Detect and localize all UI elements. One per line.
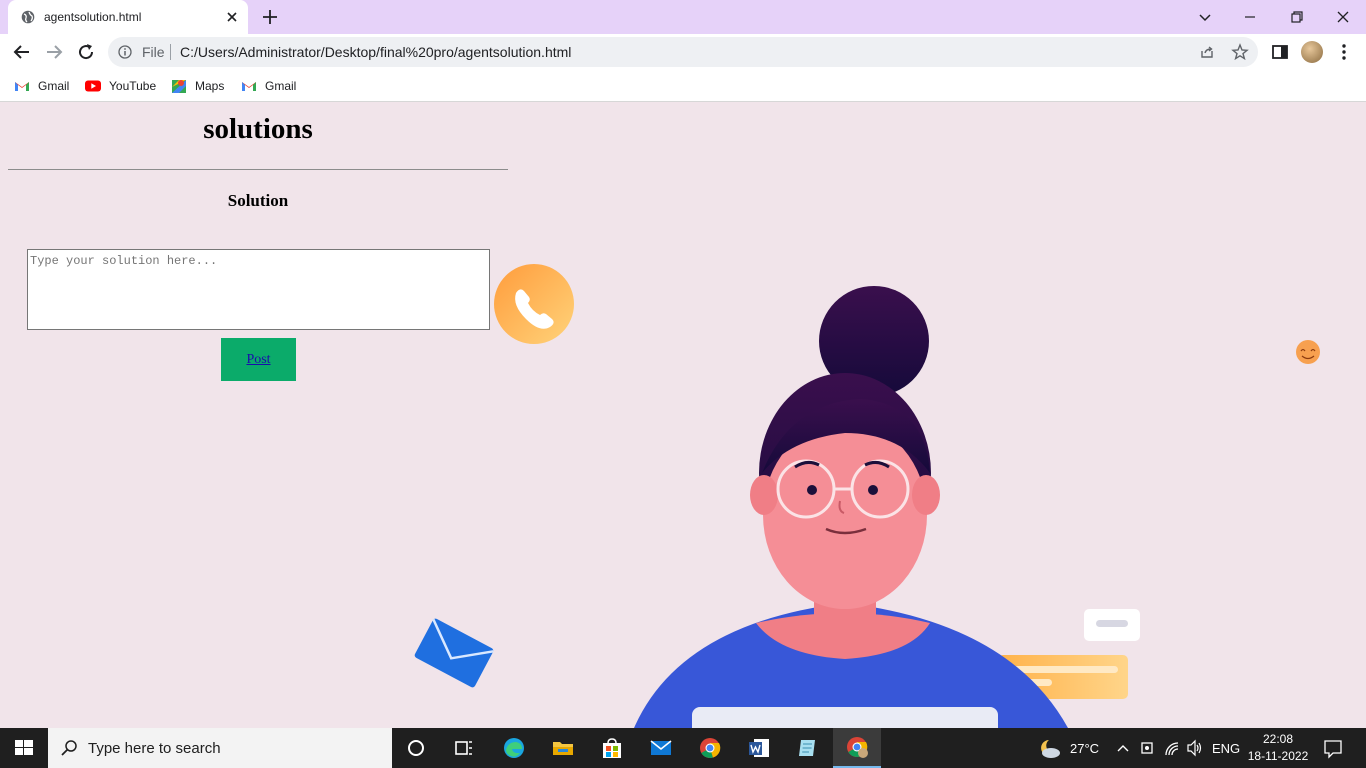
- edge-icon: [504, 738, 524, 758]
- chrome-icon: [700, 738, 721, 758]
- new-tab-icon[interactable]: [261, 8, 279, 26]
- globe-icon: [21, 10, 35, 24]
- post-button[interactable]: Post: [221, 338, 296, 381]
- title-divider: [8, 169, 508, 170]
- tab-title: agentsolution.html: [44, 10, 142, 24]
- chrome-app[interactable]: [686, 728, 734, 768]
- meet-now-icon[interactable]: [1140, 728, 1156, 768]
- bookmark-maps[interactable]: Maps: [171, 76, 224, 96]
- restore-icon[interactable]: [1286, 6, 1308, 28]
- address-bar[interactable]: File C:/Users/Administrator/Desktop/fina…: [108, 37, 1258, 67]
- mail-icon: [650, 740, 672, 755]
- mail-app[interactable]: [637, 728, 685, 768]
- side-panel-icon[interactable]: [1270, 42, 1290, 62]
- mail-envelope-icon: [414, 618, 494, 688]
- close-window-icon[interactable]: [1332, 6, 1354, 28]
- gmail-icon: [242, 82, 256, 91]
- address-separator: [170, 44, 171, 60]
- post-link[interactable]: Post: [246, 352, 270, 368]
- chrome-profile-app[interactable]: [833, 728, 881, 768]
- chrome-profile-icon: [847, 737, 868, 758]
- bookmark-youtube[interactable]: YouTube: [85, 76, 156, 96]
- word-app[interactable]: [735, 728, 783, 768]
- bookmark-label: Gmail: [38, 79, 70, 93]
- bookmark-label: Maps: [195, 79, 225, 93]
- bookmark-label: YouTube: [109, 79, 157, 93]
- chat-bubble-small: [1084, 609, 1140, 641]
- minimize-icon[interactable]: [1239, 6, 1261, 28]
- weather-widget[interactable]: 27°C: [1036, 728, 1099, 768]
- forward-arrow-icon[interactable]: [44, 42, 64, 62]
- store-app[interactable]: [588, 728, 636, 768]
- smiley-emoji-icon: [1296, 340, 1320, 364]
- task-view-button[interactable]: [440, 728, 488, 768]
- bookmark-gmail[interactable]: Gmail: [14, 76, 69, 96]
- address-url[interactable]: C:/Users/Administrator/Desktop/final%20p…: [180, 44, 571, 60]
- show-hidden-icons-chevron[interactable]: [1116, 728, 1130, 768]
- back-arrow-icon[interactable]: [12, 42, 32, 62]
- solution-heading: Solution: [227, 191, 289, 210]
- bookmark-label: Gmail: [265, 79, 297, 93]
- reload-icon[interactable]: [76, 42, 96, 62]
- taskbar-search-box[interactable]: Type here to search: [48, 728, 392, 768]
- tab-search-chevron-icon[interactable]: [1194, 6, 1216, 28]
- weather-partly-cloudy-icon: [1041, 740, 1060, 758]
- tab-strip: agentsolution.html: [0, 0, 1366, 34]
- search-icon: [61, 740, 77, 756]
- browser-tab[interactable]: agentsolution.html: [8, 0, 248, 34]
- notepad-icon: [799, 740, 815, 756]
- bookmark-gmail[interactable]: Gmail: [241, 76, 296, 96]
- input-language[interactable]: ENG: [1212, 728, 1240, 768]
- wifi-icon[interactable]: [1163, 728, 1181, 768]
- gmail-icon: [15, 82, 29, 91]
- phone-bubble-icon: [494, 264, 574, 344]
- address-scheme-label: File: [142, 44, 165, 60]
- folder-icon: [553, 742, 573, 755]
- maps-icon: [172, 80, 186, 93]
- windows-taskbar: Type here to search 27°C ENG 22:08 18-11…: [0, 728, 1366, 768]
- volume-icon[interactable]: [1186, 728, 1204, 768]
- browser-toolbar: File C:/Users/Administrator/Desktop/fina…: [0, 34, 1366, 70]
- solution-textarea[interactable]: [27, 249, 490, 330]
- cortana-button[interactable]: [392, 728, 440, 768]
- notepad-app[interactable]: [784, 728, 832, 768]
- info-icon[interactable]: [118, 45, 132, 59]
- notifications-icon[interactable]: [1323, 728, 1343, 768]
- edge-app[interactable]: [490, 728, 538, 768]
- windows-start-icon[interactable]: [0, 728, 48, 768]
- weather-temperature: 27°C: [1070, 740, 1100, 756]
- youtube-icon: [85, 80, 101, 92]
- taskbar-clock[interactable]: 22:08 18-11-2022: [1246, 731, 1310, 765]
- bookmark-star-icon[interactable]: [1231, 43, 1249, 61]
- word-icon: [749, 739, 769, 757]
- woman-character: [634, 286, 1068, 728]
- task-view-icon: [455, 741, 472, 755]
- page-content: solutions Solution Post: [0, 103, 1366, 728]
- close-tab-icon[interactable]: [224, 9, 240, 25]
- more-menu-icon[interactable]: [1334, 42, 1354, 62]
- bookmarks-bar: Gmail YouTube Maps Gmail: [0, 70, 1366, 102]
- cortana-circle-icon: [408, 740, 424, 756]
- profile-avatar[interactable]: [1301, 41, 1323, 63]
- share-icon[interactable]: [1199, 44, 1215, 60]
- page-title: solutions: [203, 113, 313, 145]
- search-placeholder: Type here to search: [88, 740, 221, 757]
- store-icon: [603, 738, 621, 758]
- clock-time: 22:08: [1262, 732, 1294, 746]
- file-explorer-app[interactable]: [539, 728, 587, 768]
- clock-date: 18-11-2022: [1247, 749, 1309, 763]
